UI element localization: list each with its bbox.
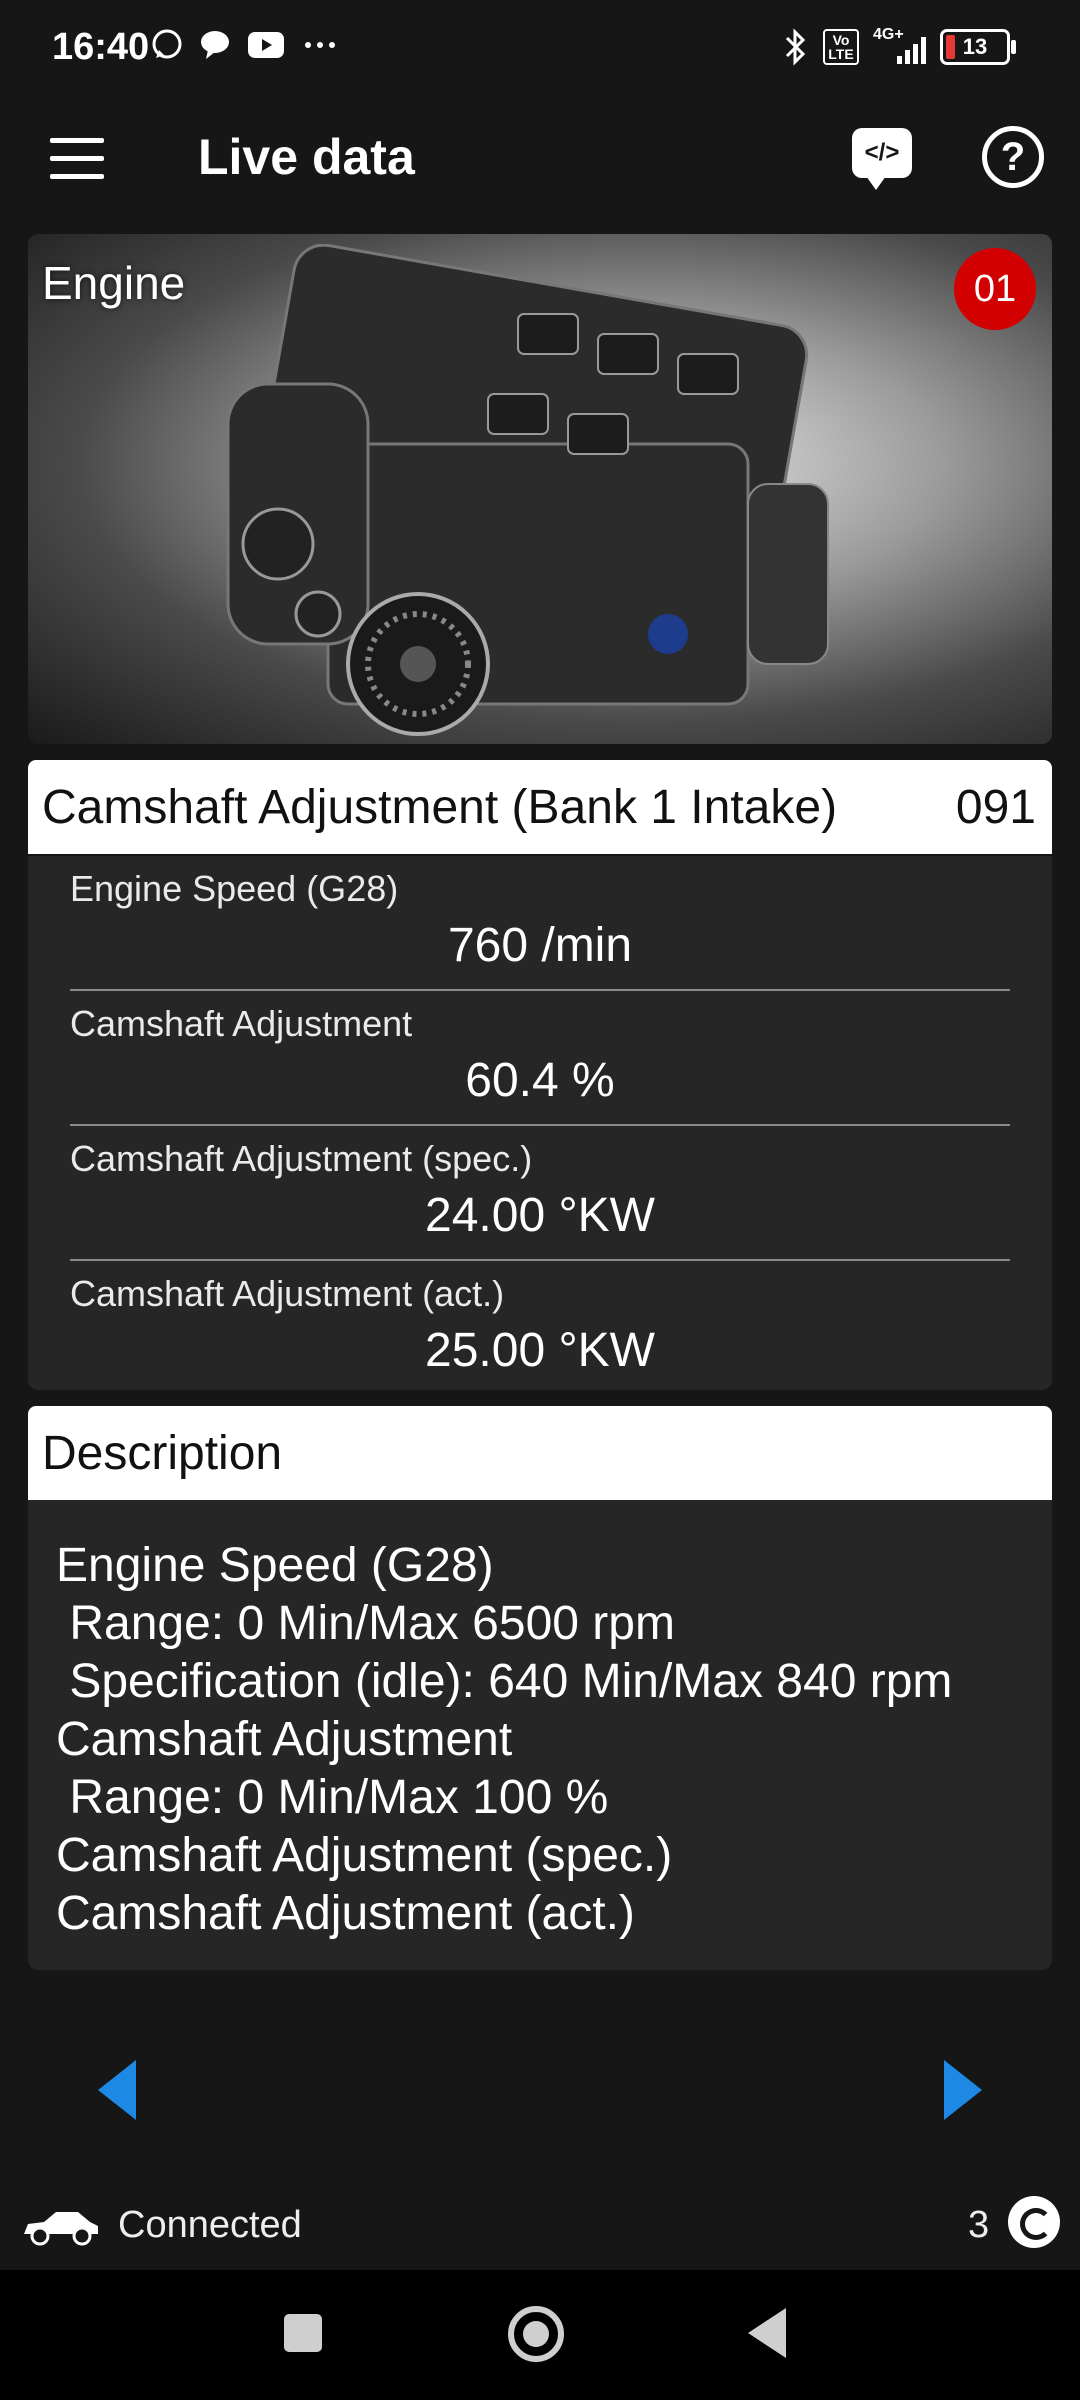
value-label: Engine Speed (G28) (70, 868, 399, 909)
group-header: Camshaft Adjustment (Bank 1 Intake) 091 (28, 760, 1052, 854)
battery-icon: 13 (940, 29, 1016, 65)
triangle-left-icon[interactable] (98, 2060, 136, 2120)
value-reading: 25.00 °KW (425, 1324, 655, 1377)
back-icon[interactable] (748, 2308, 786, 2358)
triangle-right-icon[interactable] (944, 2060, 982, 2120)
description-line: Camshaft Adjustment (spec.) (56, 1829, 673, 1882)
value-item: Engine Speed (G28) 760 /min (70, 856, 1010, 991)
engine-card[interactable]: Engine 01 (28, 234, 1052, 744)
recent-apps-icon[interactable] (284, 2314, 322, 2352)
group-title: Camshaft Adjustment (Bank 1 Intake) (42, 781, 838, 834)
network-type-label: 4G+ (873, 26, 904, 43)
description-line: Range: 0 Min/Max 6500 rpm (56, 1597, 675, 1650)
status-bar: 16:40 Vo LTE 4G+ 13 (0, 0, 1080, 100)
value-label: Camshaft Adjustment (70, 1003, 413, 1044)
value-reading: 60.4 % (465, 1054, 615, 1107)
description-title: Description (42, 1427, 283, 1480)
system-nav-bar (0, 2270, 1080, 2400)
volte-icon: Vo LTE (823, 29, 859, 65)
value-item: Camshaft Adjustment 60.4 % (70, 991, 1010, 1126)
whatsapp-icon (152, 29, 182, 59)
description-line: Engine Speed (G28) (56, 1539, 494, 1592)
chat-bubble-icon (201, 31, 229, 59)
notification-icons (150, 28, 340, 62)
connection-footer: Connected 3 (0, 2186, 1080, 2266)
bluetooth-icon (785, 28, 806, 66)
signal-icon: 4G+ (873, 26, 926, 64)
system-icons: Vo LTE 4G+ 13 (783, 26, 1016, 66)
car-icon (24, 2212, 98, 2246)
battery-level: 13 (962, 34, 988, 59)
value-item: Camshaft Adjustment (spec.) 24.00 °KW (70, 1126, 1010, 1261)
menu-icon[interactable] (50, 138, 104, 180)
code-icon[interactable]: </> (852, 128, 912, 190)
connection-count: 3 (968, 2204, 990, 2246)
description-line: Camshaft Adjustment (act.) (56, 1887, 635, 1940)
engine-title: Engine (42, 257, 186, 309)
more-dots-icon (305, 42, 335, 48)
value-reading: 760 /min (447, 919, 633, 972)
help-icon[interactable]: ? (982, 126, 1044, 188)
app-bar: Live data </> ? (0, 100, 1080, 220)
value-reading: 24.00 °KW (425, 1189, 655, 1242)
description-line: Range: 0 Min/Max 100 % (56, 1771, 609, 1824)
group-number: 091 (955, 781, 1036, 834)
status-time: 16:40 (52, 26, 150, 68)
engine-badge: 01 (954, 248, 1036, 330)
connection-status: Connected (118, 2204, 302, 2246)
connection-icon[interactable] (1008, 2196, 1060, 2248)
description-panel: Engine Speed (G28) Range: 0 Min/Max 6500… (28, 1500, 1052, 1970)
value-label: Camshaft Adjustment (act.) (70, 1273, 505, 1314)
page-title: Live data (198, 129, 415, 185)
description-line: Specification (idle): 640 Min/Max 840 rp… (56, 1655, 953, 1708)
value-item: Camshaft Adjustment (act.) 25.00 °KW (70, 1261, 1010, 1396)
youtube-icon (248, 32, 284, 58)
values-panel: Engine Speed (G28) 760 /min Camshaft Adj… (28, 856, 1052, 1390)
engine-image (226, 244, 829, 736)
description-line: Camshaft Adjustment (56, 1713, 513, 1766)
description-header: Description (28, 1406, 1052, 1500)
home-icon[interactable] (508, 2306, 564, 2362)
value-label: Camshaft Adjustment (spec.) (70, 1138, 533, 1179)
